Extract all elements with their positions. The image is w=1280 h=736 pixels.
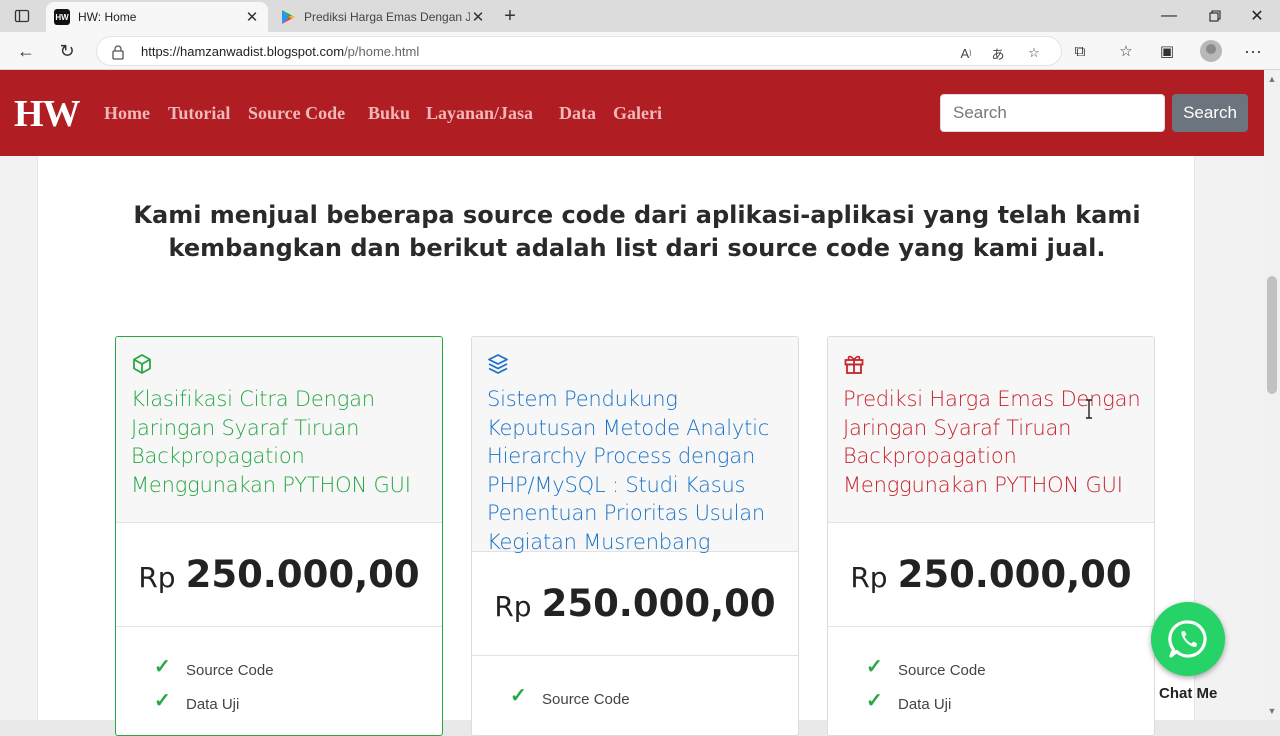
restore-icon[interactable] [1192, 0, 1238, 32]
url-bar[interactable]: https://hamzanwadist.blogspot.com/p/home… [96, 36, 1062, 66]
card-header: Klasifikasi Citra Dengan Jaringan Syaraf… [116, 337, 442, 523]
site-navbar: HW Home Tutorial Source Code Buku Layana… [0, 70, 1264, 156]
price-amount: 250.000,00 [185, 553, 420, 596]
price-amount: 250.000,00 [897, 553, 1132, 596]
product-card: Prediksi Harga Emas Dengan Jaringan Syar… [827, 336, 1155, 736]
close-tab-icon[interactable]: ✕ [244, 8, 260, 26]
page-headline: Kami menjual beberapa source code dari a… [133, 201, 1141, 262]
extensions-icon[interactable]: ⧉ [1066, 37, 1094, 65]
feature-label: Data Uji [186, 696, 240, 713]
play-store-favicon-icon [280, 9, 296, 25]
more-menu-icon[interactable]: ··· [1239, 37, 1267, 65]
tab-title: HW: Home [78, 10, 137, 24]
new-tab-icon[interactable]: + [498, 4, 522, 28]
price-amount: 250.000,00 [541, 582, 776, 625]
tab-actions-icon[interactable] [10, 4, 34, 28]
product-card: Sistem Pendukung Keputusan Metode Analyt… [471, 336, 799, 736]
collections-icon[interactable]: ▣ [1153, 37, 1181, 65]
whatsapp-chat-button[interactable] [1151, 602, 1225, 676]
close-window-icon[interactable]: ✕ [1234, 0, 1280, 32]
site-logo[interactable]: HW [14, 92, 81, 136]
product-card: Klasifikasi Citra Dengan Jaringan Syaraf… [115, 336, 443, 736]
card-title[interactable]: Klasifikasi Citra Dengan Jaringan Syaraf… [131, 385, 436, 499]
tab-title: Prediksi Harga Emas Dengan Jari [304, 10, 470, 24]
hw-favicon-icon: HW [54, 9, 70, 25]
gift-icon [844, 355, 864, 374]
check-icon: ✓ [510, 685, 527, 707]
back-icon[interactable]: ← [12, 37, 40, 65]
check-icon: ✓ [866, 690, 883, 712]
check-icon: ✓ [154, 656, 171, 678]
refresh-icon[interactable]: ↻ [53, 37, 81, 65]
page-scrollbar[interactable] [1264, 70, 1280, 720]
scrollbar-thumb[interactable] [1267, 276, 1277, 394]
price-currency: Rp [138, 561, 176, 594]
nav-buku[interactable]: Buku [368, 103, 410, 124]
whatsapp-icon [1168, 620, 1207, 658]
url-host: https://hamzanwadist.blogspot.com [141, 44, 345, 59]
nav-layanan-jasa[interactable]: Layanan/Jasa [426, 103, 533, 124]
minimize-icon[interactable]: — [1146, 0, 1192, 32]
nav-galeri[interactable]: Galeri [613, 103, 662, 124]
translate-icon[interactable]: あ [987, 42, 1009, 64]
chat-me-label[interactable]: Chat Me [1159, 685, 1217, 702]
scroll-up-arrow-icon[interactable]: ▲ [1266, 74, 1278, 84]
search-input[interactable] [940, 94, 1165, 132]
favorites-icon[interactable]: ☆ [1112, 37, 1140, 65]
tab-prediksi[interactable]: Prediksi Harga Emas Dengan Jari ✕ [272, 2, 494, 32]
price-box: Rp 250.000,00 [472, 552, 798, 656]
profile-avatar[interactable] [1200, 40, 1222, 62]
check-icon: ✓ [866, 656, 883, 678]
nav-source-code[interactable]: Source Code [248, 103, 345, 124]
price-currency: Rp [850, 561, 888, 594]
read-aloud-icon[interactable]: A) [955, 42, 977, 64]
card-title[interactable]: Prediksi Harga Emas Dengan Jaringan Syar… [843, 385, 1148, 499]
add-favorite-icon[interactable]: ☆ [1023, 42, 1045, 64]
feature-label: Source Code [186, 662, 274, 679]
nav-data[interactable]: Data [559, 103, 596, 124]
nav-home[interactable]: Home [104, 103, 150, 124]
price-currency: Rp [494, 590, 532, 623]
box-icon [133, 354, 151, 374]
card-header: Sistem Pendukung Keputusan Metode Analyt… [472, 337, 798, 554]
price-box: Rp 250.000,00 [116, 523, 442, 627]
feature-label: Source Code [542, 691, 630, 708]
price-box: Rp 250.000,00 [828, 523, 1154, 627]
feature-label: Data Uji [898, 696, 952, 713]
search-button[interactable]: Search [1172, 94, 1248, 132]
tab-hw-home[interactable]: HW HW: Home ✕ [46, 2, 268, 32]
card-header: Prediksi Harga Emas Dengan Jaringan Syar… [828, 337, 1154, 523]
browser-tab-bar: HW HW: Home ✕ Prediksi Harga Emas Dengan… [0, 0, 1280, 32]
close-tab-icon[interactable]: ✕ [470, 8, 486, 26]
url-text: https://hamzanwadist.blogspot.com/p/home… [141, 44, 419, 59]
check-icon: ✓ [154, 690, 171, 712]
lock-icon [112, 45, 124, 60]
text-cursor-icon [1086, 399, 1092, 419]
address-toolbar: ← ↻ https://hamzanwadist.blogspot.com/p/… [0, 32, 1280, 70]
nav-tutorial[interactable]: Tutorial [168, 103, 230, 124]
feature-label: Source Code [898, 662, 986, 679]
scroll-down-arrow-icon[interactable]: ▼ [1266, 706, 1278, 716]
layers-icon [488, 354, 508, 374]
url-path: /p/home.html [344, 44, 420, 59]
card-title[interactable]: Sistem Pendukung Keputusan Metode Analyt… [487, 385, 792, 556]
